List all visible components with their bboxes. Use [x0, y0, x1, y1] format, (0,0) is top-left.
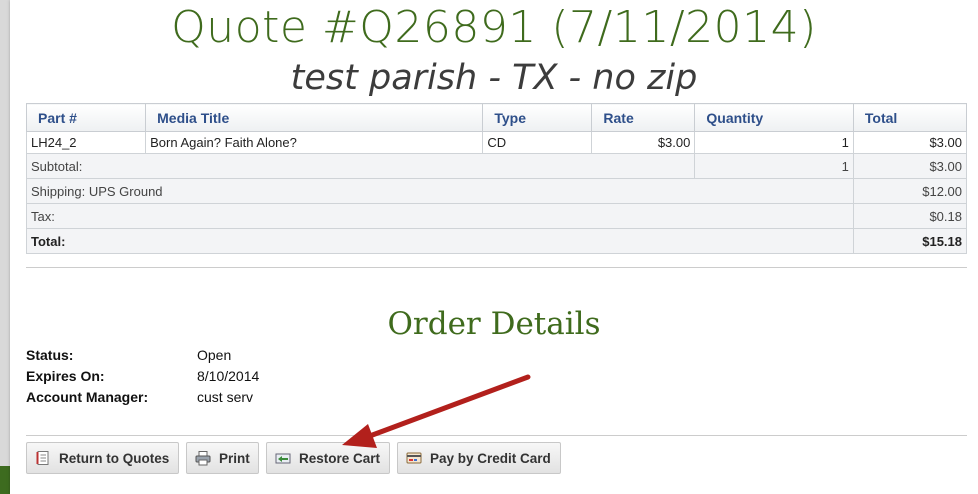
grand-total-row: Total: $15.18 — [26, 228, 968, 254]
cell-rate: $3.00 — [591, 131, 696, 154]
quote-panel: Quote #Q26891 (7/11/2014) test parish - … — [10, 0, 978, 494]
page-title: Quote #Q26891 (7/11/2014) — [171, 2, 817, 53]
print-button[interactable]: Print — [186, 442, 259, 474]
page-subtitle: test parish - TX - no zip — [290, 58, 698, 98]
column-header-media-title: Media Title — [145, 103, 484, 132]
shipping-row: Shipping: UPS Ground $12.00 — [26, 178, 968, 204]
pay-by-credit-card-label: Pay by Credit Card — [430, 450, 551, 466]
column-header-rate: Rate — [591, 103, 696, 132]
quote-table: Part # Media Title Type Rate Quantity To… — [25, 103, 968, 254]
tax-total: $0.18 — [852, 203, 968, 229]
cell-total: $3.00 — [852, 131, 968, 154]
expires-label: Expires On: — [26, 368, 105, 384]
subtotal-label: Subtotal: — [25, 153, 696, 179]
column-header-total: Total — [852, 103, 968, 132]
tax-label: Tax: — [26, 203, 854, 229]
return-to-quotes-label: Return to Quotes — [59, 450, 170, 466]
table-row: LH24_2 Born Again? Faith Alone? CD $3.00… — [25, 131, 968, 154]
table-header-row: Part # Media Title Type Rate Quantity To… — [25, 103, 968, 132]
document-list-icon — [35, 450, 51, 466]
column-header-quantity: Quantity — [694, 103, 854, 132]
order-details-title: Order Details — [387, 306, 601, 342]
credit-card-icon — [406, 450, 422, 466]
printer-icon — [195, 450, 211, 466]
tax-row: Tax: $0.18 — [26, 203, 968, 229]
subtotal-quantity: 1 — [694, 153, 854, 179]
grand-total-value: $15.18 — [852, 228, 968, 254]
cell-type: CD — [482, 131, 593, 154]
pay-by-credit-card-button[interactable]: Pay by Credit Card — [397, 442, 561, 474]
grand-total-label: Total: — [26, 228, 854, 254]
status-value: Open — [197, 347, 232, 363]
cart-restore-icon — [275, 450, 291, 466]
print-label: Print — [219, 450, 250, 466]
restore-cart-label: Restore Cart — [299, 450, 381, 466]
status-label: Status: — [26, 347, 74, 363]
account-manager-label: Account Manager: — [26, 389, 149, 405]
shipping-label: Shipping: UPS Ground — [26, 178, 854, 204]
cell-quantity: 1 — [694, 131, 854, 154]
shipping-total: $12.00 — [852, 178, 968, 204]
column-header-part: Part # — [25, 103, 147, 132]
divider-top — [26, 267, 967, 268]
expires-value: 8/10/2014 — [197, 368, 260, 384]
restore-cart-button[interactable]: Restore Cart — [266, 442, 390, 474]
cell-part: LH24_2 — [25, 131, 147, 154]
column-header-type: Type — [482, 103, 593, 132]
divider-bottom — [26, 435, 967, 436]
cell-media-title: Born Again? Faith Alone? — [145, 131, 484, 154]
subtotal-total: $3.00 — [852, 153, 968, 179]
account-manager-value: cust serv — [197, 389, 254, 405]
subtotal-row: Subtotal: 1 $3.00 — [25, 153, 968, 179]
return-to-quotes-button[interactable]: Return to Quotes — [26, 442, 179, 474]
